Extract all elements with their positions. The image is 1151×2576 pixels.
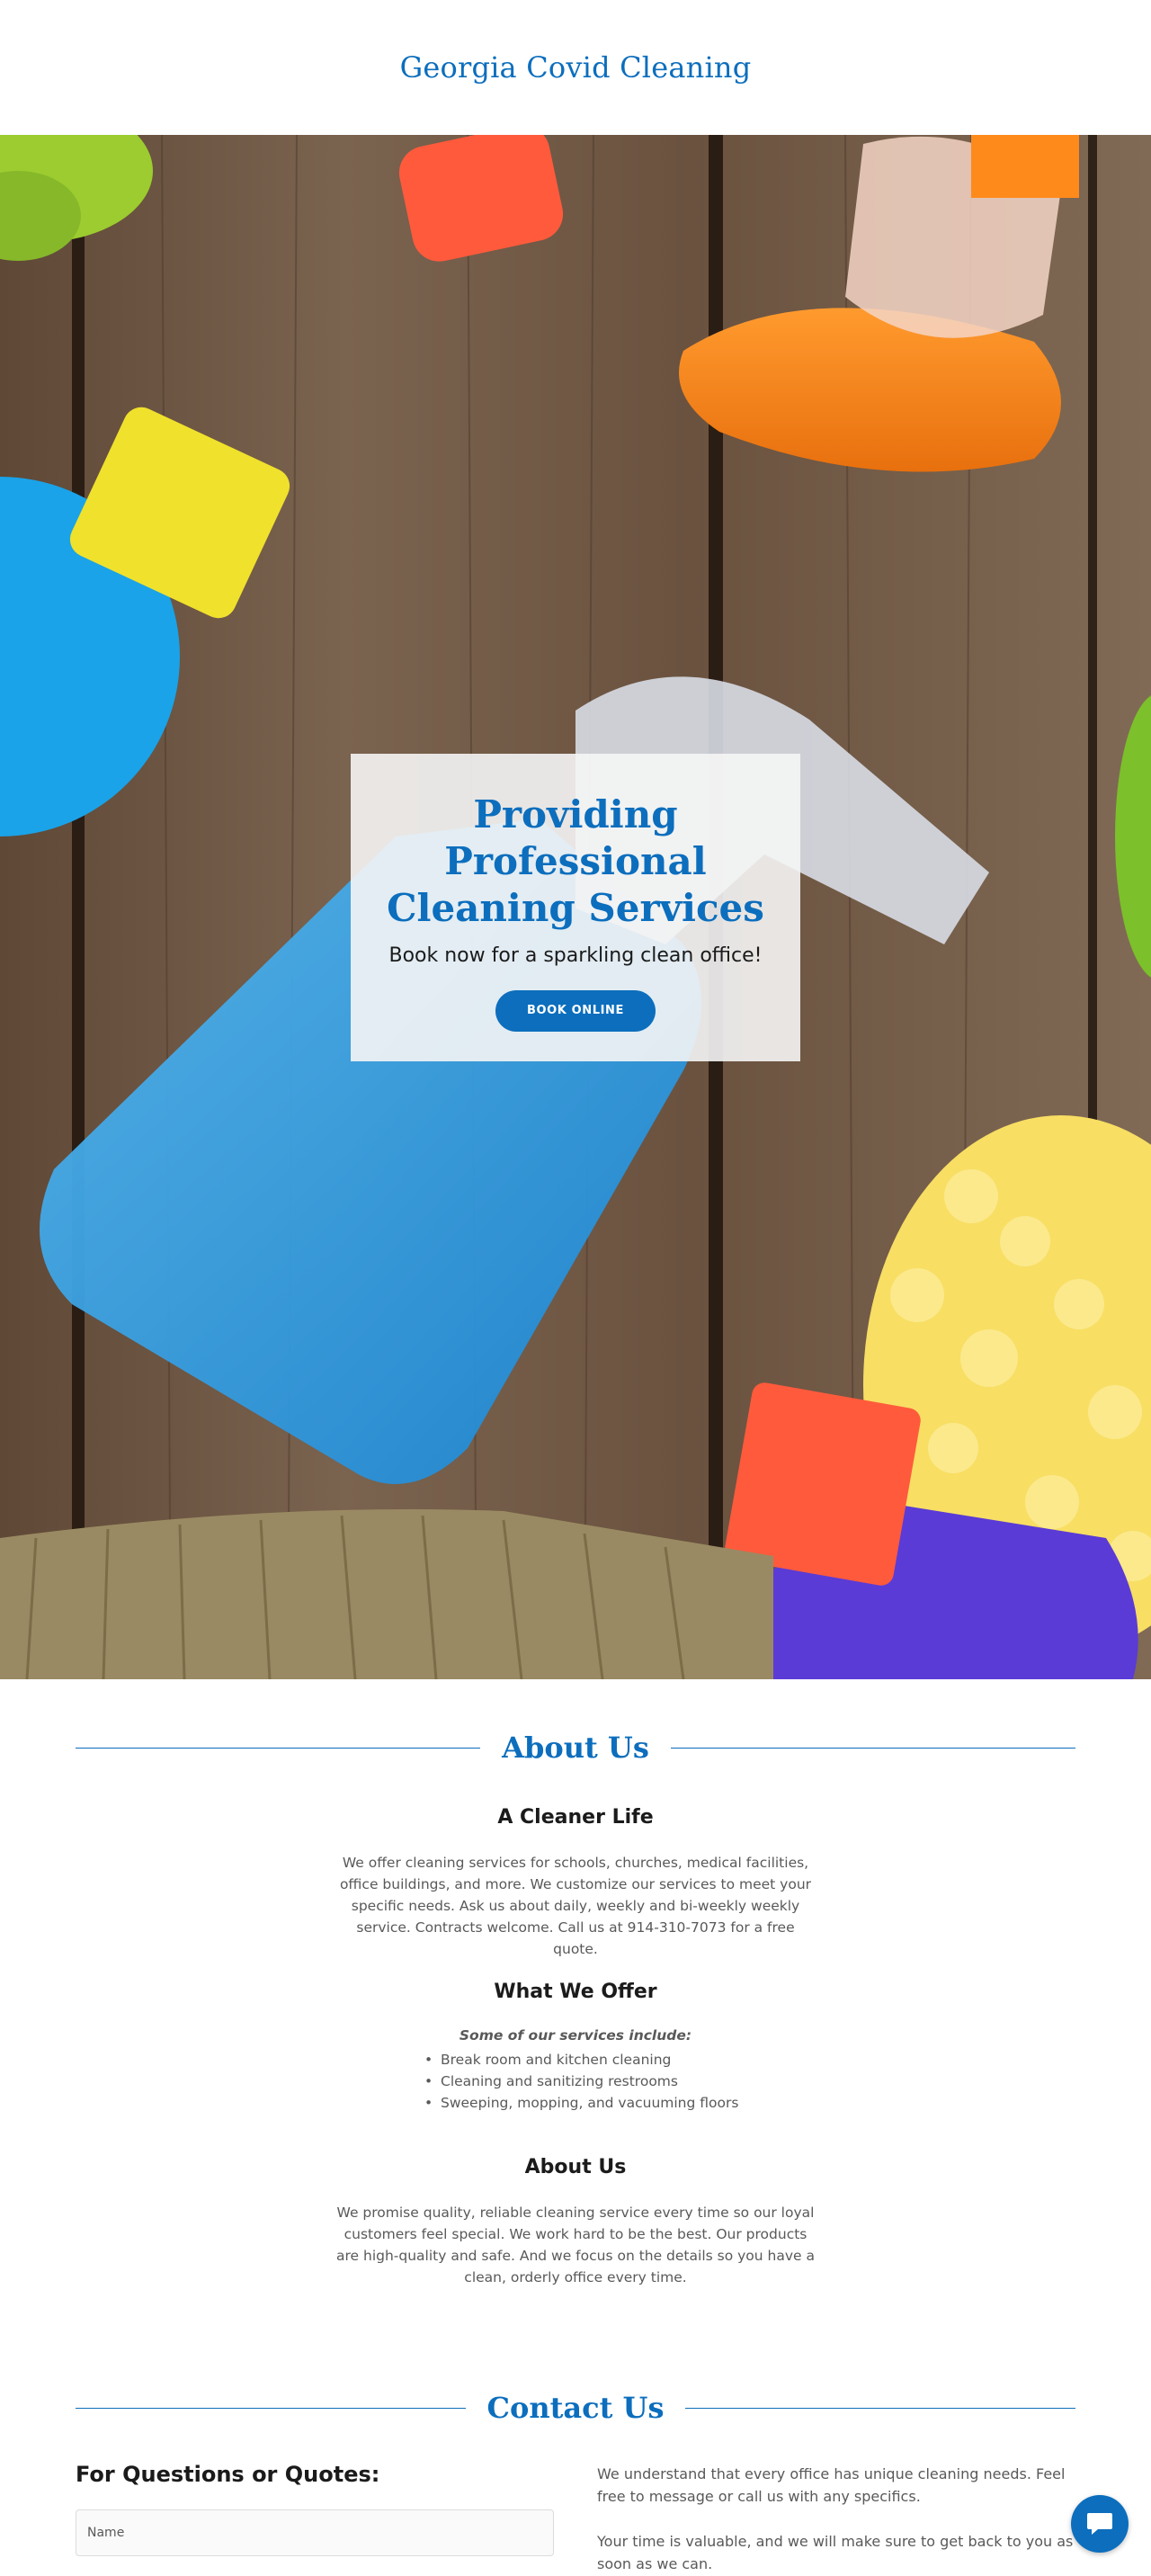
book-online-button[interactable]: BOOK ONLINE	[495, 990, 656, 1032]
site-header: Georgia Covid Cleaning	[0, 0, 1151, 135]
hero-card: Providing Professional Cleaning Services…	[351, 754, 800, 1061]
about-section-heading: About Us	[76, 1731, 1075, 1765]
services-list: Break room and kitchen cleaning Cleaning…	[423, 2049, 782, 2114]
contact-section-heading: Contact Us	[76, 2391, 1076, 2425]
hero-subheadline: Book now for a sparkling clean office!	[388, 944, 763, 967]
contact-info: We understand that every office has uniq…	[597, 2463, 1083, 2575]
chat-bubble-icon	[1087, 2513, 1112, 2535]
chat-button[interactable]	[1071, 2495, 1129, 2553]
heading-rule-left	[76, 1747, 481, 1749]
contact-paragraph: We understand that every office has uniq…	[597, 2465, 1066, 2505]
site-title[interactable]: Georgia Covid Cleaning	[400, 50, 752, 85]
about-block-text-about-us: We promise quality, reliable cleaning se…	[336, 2205, 815, 2285]
hero-section: Providing Professional Cleaning Services…	[0, 135, 1151, 1679]
contact-form-title: For Questions or Quotes:	[76, 2462, 380, 2487]
about-block-title-what-we-offer: What We Offer	[494, 1981, 657, 2003]
list-item: Sweeping, mopping, and vacuuming floors	[423, 2092, 782, 2114]
hero-headline: Providing Professional Cleaning Services	[387, 792, 764, 930]
name-input[interactable]	[76, 2509, 554, 2556]
about-block-text-cleaner-life: We offer cleaning services for schools, …	[339, 1855, 812, 1957]
contact-paragraph: Your time is valuable, and we will make …	[597, 2533, 1074, 2572]
heading-rule-right	[685, 2407, 1076, 2409]
list-item: Cleaning and sanitizing restrooms	[423, 2071, 782, 2092]
contact-section-title: Contact Us	[486, 2391, 665, 2425]
services-intro: Some of our services include:	[459, 2027, 692, 2044]
heading-rule-left	[76, 2407, 466, 2409]
about-block-title-cleaner-life: A Cleaner Life	[497, 1806, 654, 1829]
heading-rule-right	[670, 1747, 1075, 1749]
about-block-title-about-us: About Us	[524, 2156, 627, 2178]
list-item: Break room and kitchen cleaning	[423, 2049, 782, 2071]
about-section-title: About Us	[502, 1731, 649, 1765]
